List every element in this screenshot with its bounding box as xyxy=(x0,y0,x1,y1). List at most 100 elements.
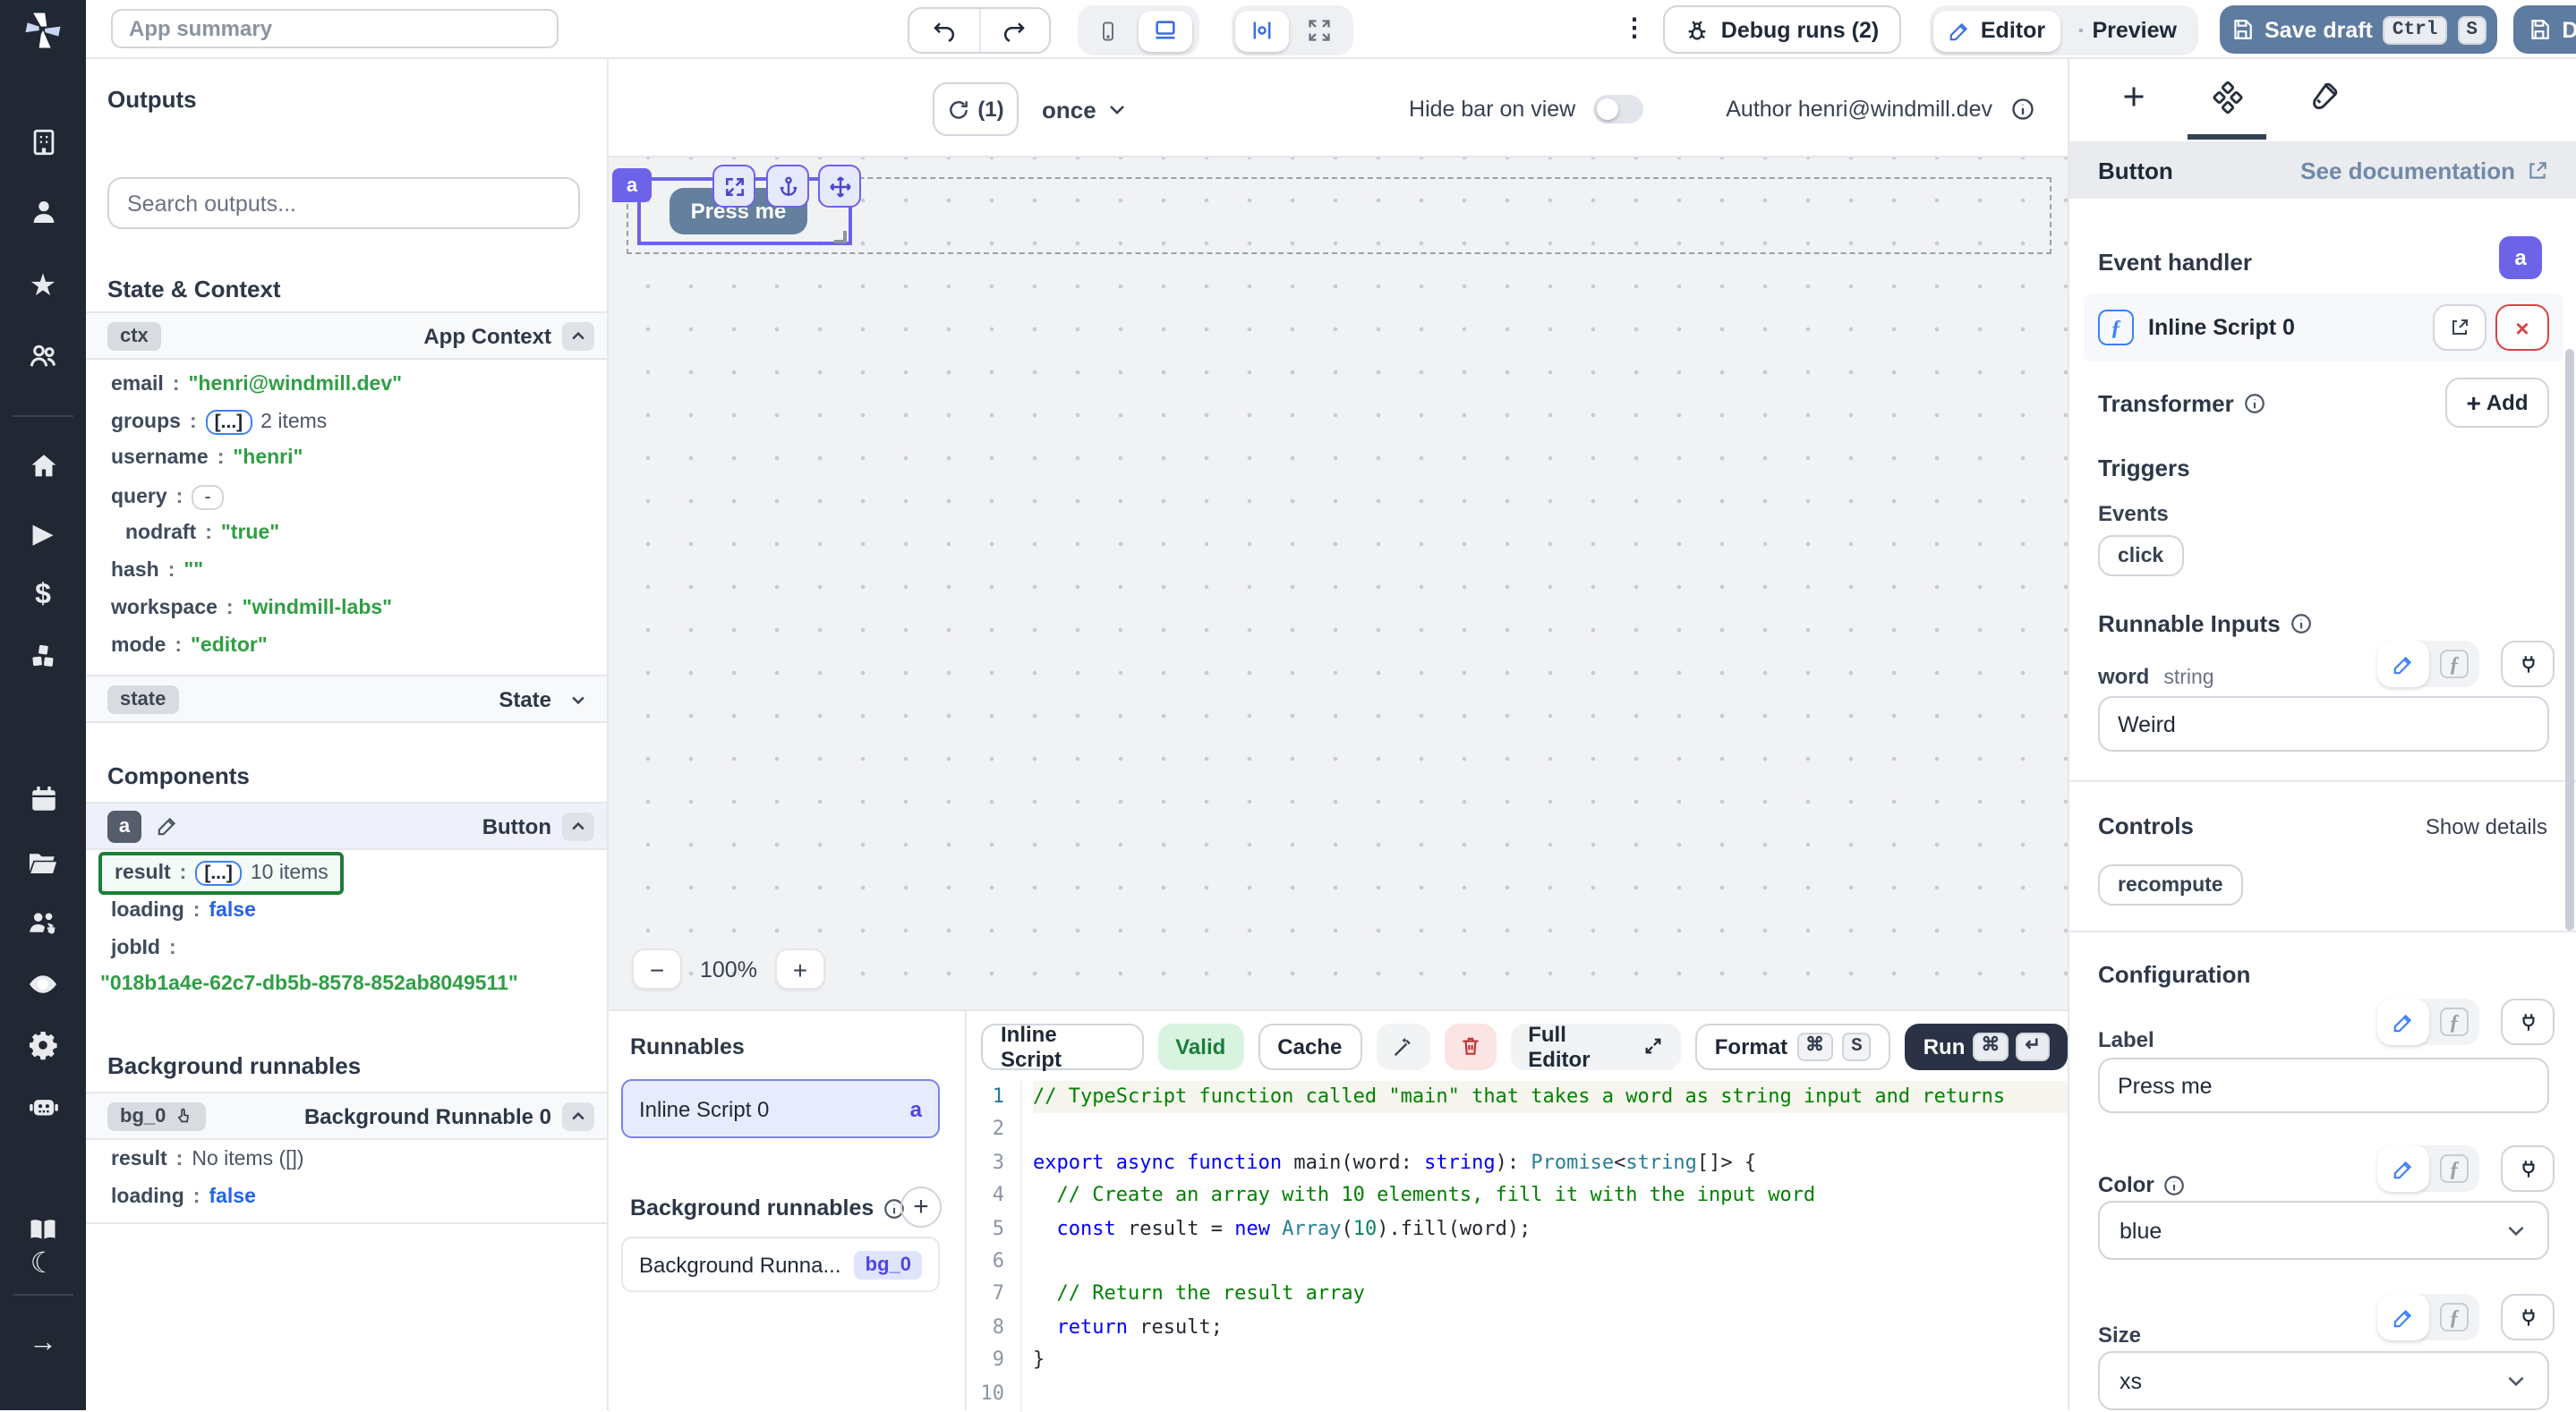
static-pencil-icon[interactable] xyxy=(2377,1145,2429,1192)
expression-f-icon[interactable]: ƒ xyxy=(2440,1303,2469,1331)
ai-wand-button[interactable] xyxy=(1376,1023,1429,1069)
static-pencil-icon[interactable] xyxy=(2377,641,2429,687)
runnable-inline-script-item[interactable]: Inline Script 0 a xyxy=(621,1079,940,1138)
schedule-dropdown[interactable]: once xyxy=(1042,82,1129,136)
event-script-row[interactable]: ƒ Inline Script 0 × xyxy=(2084,293,2563,362)
robot-icon[interactable] xyxy=(0,1090,86,1124)
settings-gear-icon[interactable] xyxy=(0,1029,86,1061)
full-width-button[interactable] xyxy=(1292,10,1346,51)
color-select[interactable]: blue xyxy=(2098,1201,2549,1260)
dollar-icon[interactable]: $ xyxy=(0,582,86,610)
expand-sidebar-arrow-icon[interactable]: → xyxy=(0,1330,86,1358)
cache-button[interactable]: Cache xyxy=(1258,1023,1361,1069)
ctx-section-header[interactable]: ctx App Context xyxy=(86,311,609,360)
eye-icon[interactable] xyxy=(0,968,86,1000)
redo-button[interactable] xyxy=(980,9,1049,52)
component-settings-tab[interactable] xyxy=(2188,81,2266,115)
play-icon[interactable]: ▶ xyxy=(0,521,86,548)
home-icon[interactable] xyxy=(0,451,86,481)
anchor-component-button[interactable] xyxy=(766,165,809,208)
zoom-out-button[interactable]: − xyxy=(632,948,682,990)
format-button[interactable]: Format ⌘S xyxy=(1695,1023,1891,1069)
open-script-button[interactable] xyxy=(2433,304,2486,351)
folders-icon[interactable] xyxy=(0,846,86,879)
array-token[interactable]: [...] xyxy=(206,410,252,435)
connect-plug-icon[interactable] xyxy=(2501,1294,2555,1340)
center-content-button[interactable] xyxy=(1235,10,1289,51)
remove-script-button[interactable]: × xyxy=(2495,304,2549,351)
users-icon[interactable] xyxy=(0,340,86,372)
user-icon[interactable] xyxy=(0,197,86,227)
canvas-toolbar: (1) once Hide bar on view Author henri@w… xyxy=(609,59,2068,157)
insert-component-tab[interactable] xyxy=(2094,81,2173,113)
zoom-in-button[interactable]: + xyxy=(775,948,825,990)
collapse-chevron-up-icon[interactable] xyxy=(562,1102,594,1130)
empty-token[interactable]: - xyxy=(192,485,223,510)
mobile-view-button[interactable] xyxy=(1081,10,1135,51)
expand-chevron-down-icon[interactable] xyxy=(562,685,594,713)
desktop-view-button[interactable] xyxy=(1139,10,1192,51)
hide-bar-toggle[interactable] xyxy=(1593,95,1643,123)
word-input[interactable] xyxy=(2098,696,2549,752)
component-a-header[interactable]: a Button xyxy=(86,802,609,850)
undo-button[interactable] xyxy=(909,9,978,52)
app-summary-input[interactable] xyxy=(111,9,559,48)
static-pencil-icon[interactable] xyxy=(2377,1294,2429,1340)
expression-f-icon[interactable]: ƒ xyxy=(2440,1008,2469,1036)
connect-plug-icon[interactable] xyxy=(2501,999,2555,1045)
info-icon[interactable] xyxy=(2163,1173,2187,1196)
see-documentation-link[interactable]: See documentation xyxy=(2300,157,2549,183)
code-lines[interactable]: // TypeScript function called "main" tha… xyxy=(1020,1081,2068,1412)
windmill-logo[interactable] xyxy=(0,7,86,54)
panel-scrollbar[interactable] xyxy=(2565,349,2574,931)
resources-cubes-icon[interactable] xyxy=(0,641,86,673)
static-pencil-icon[interactable] xyxy=(2377,999,2429,1045)
recompute-chip[interactable]: recompute xyxy=(2098,864,2243,906)
kebab-menu-icon[interactable]: ⋮ xyxy=(1622,13,1647,43)
docs-book-icon[interactable] xyxy=(0,1213,86,1246)
resize-handle[interactable] xyxy=(834,231,847,243)
info-icon[interactable] xyxy=(2010,97,2035,122)
info-icon[interactable] xyxy=(2243,392,2266,415)
code-editor[interactable]: 12345678910 // TypeScript function calle… xyxy=(967,1081,2068,1412)
run-button[interactable]: Run ⌘↵ xyxy=(1906,1023,2068,1069)
debug-runs-button[interactable]: Debug runs (2) xyxy=(1663,5,1901,54)
connect-plug-icon[interactable] xyxy=(2501,1145,2555,1192)
script-kind-button[interactable]: Inline Script xyxy=(981,1023,1143,1069)
styling-brush-tab[interactable] xyxy=(2284,81,2363,113)
collapse-chevron-up-icon[interactable] xyxy=(562,321,594,350)
expression-f-icon[interactable]: ƒ xyxy=(2440,650,2469,678)
bg-runnable-item[interactable]: Background Runna... bg_0 xyxy=(621,1237,940,1292)
show-details-link[interactable]: Show details xyxy=(2426,814,2547,839)
full-editor-button[interactable]: Full Editor xyxy=(1510,1023,1681,1069)
building-icon[interactable] xyxy=(0,127,86,157)
state-section-header[interactable]: state State xyxy=(86,675,609,723)
workers-icon[interactable] xyxy=(0,907,86,941)
label-input[interactable] xyxy=(2098,1058,2549,1113)
rename-pencil-icon[interactable] xyxy=(156,814,179,838)
dark-mode-moon-icon[interactable]: ☾ xyxy=(0,1251,86,1280)
connect-plug-icon[interactable] xyxy=(2501,641,2555,687)
refresh-button[interactable]: (1) xyxy=(933,82,1019,136)
save-draft-button[interactable]: Save draft CtrlS xyxy=(2220,5,2497,54)
bg-runnable-header[interactable]: bg_0 Background Runnable 0 xyxy=(86,1092,609,1140)
preview-tab[interactable]: Preview xyxy=(2064,10,2191,51)
add-bg-runnable-button[interactable]: + xyxy=(900,1187,942,1228)
search-outputs-input[interactable] xyxy=(107,177,580,229)
schedules-calendar-icon[interactable] xyxy=(0,784,86,814)
expand-component-button[interactable] xyxy=(712,165,755,208)
app-canvas[interactable]: a Press me − 100% + xyxy=(609,157,2068,1009)
delete-script-button[interactable] xyxy=(1444,1023,1496,1069)
move-component-button[interactable] xyxy=(818,165,861,208)
star-icon[interactable]: ★ xyxy=(0,270,86,301)
expression-f-icon[interactable]: ƒ xyxy=(2440,1154,2469,1183)
size-select[interactable]: xs xyxy=(2098,1351,2549,1410)
info-icon[interactable] xyxy=(2290,612,2313,635)
collapse-chevron-up-icon[interactable] xyxy=(562,812,594,840)
editor-tab[interactable]: Editor xyxy=(1933,10,2060,51)
array-token[interactable]: [...] xyxy=(195,861,242,886)
add-transformer-button[interactable]: +Add xyxy=(2445,378,2549,428)
event-click-chip[interactable]: click xyxy=(2098,535,2183,576)
event-handler-title: Event handler xyxy=(2098,249,2252,276)
deploy-button[interactable]: Deploy xyxy=(2513,5,2576,54)
